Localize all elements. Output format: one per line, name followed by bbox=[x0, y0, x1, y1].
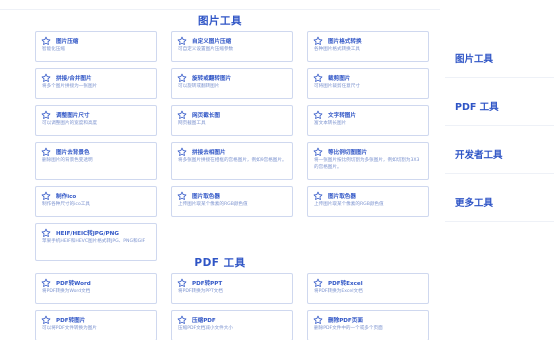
tool-card-delete-pdf-pages[interactable]: 删除PDF页面 删除PDF文件中的一个或多个页面 bbox=[307, 310, 429, 340]
tool-card-desc: 将多张图片拼接在相框的宫格图片，例如9宫格图片。 bbox=[178, 158, 287, 163]
tool-card-desc: 可将图片裁剪任意尺寸 bbox=[314, 84, 360, 89]
tool-card-desc: 将多个图片拼接为一张图片 bbox=[42, 84, 98, 89]
sidebar-item-pdf-tools[interactable]: PDF 工具 bbox=[445, 86, 554, 126]
tool-card-format-convert[interactable]: 图片格式转换 各种图片格式转换工具 bbox=[307, 31, 429, 62]
star-outline-icon bbox=[177, 147, 187, 156]
tool-card-desc: 将PDF转换为PPT文档 bbox=[178, 289, 223, 294]
tool-card-desc: 可以调整图片的宽度和高度 bbox=[42, 121, 98, 126]
tool-card-desc: 删除图片的背景色变透明 bbox=[42, 158, 93, 163]
tool-card-compress-pdf[interactable]: 压缩PDF 压缩PDF文档减小文件大小 bbox=[171, 310, 293, 340]
main-content: 图片工具 图片压缩 智能化压缩 自定义图片压缩 可自定义设置图片压缩参数 图片格… bbox=[0, 0, 440, 340]
tool-card-desc: 将PDF转换为Excel文档 bbox=[314, 289, 363, 294]
sidebar-item-developer-tools[interactable]: 开发者工具 bbox=[445, 134, 554, 174]
tool-card-desc: 上传图片取某个像素的RGB颜色值 bbox=[314, 202, 384, 207]
tool-card-title: 压缩PDF bbox=[192, 317, 216, 324]
tool-card-pdf-to-ppt[interactable]: PDF转PPT 将PDF转换为PPT文档 bbox=[171, 273, 293, 304]
star-outline-icon bbox=[313, 147, 323, 156]
tool-card-title: HEIF/HEIC转JPG/PNG bbox=[56, 230, 119, 237]
tool-card-grid-frame[interactable]: 拼接去相图片 将多张图片拼接在相框的宫格图片，例如9宫格图片。 bbox=[171, 142, 293, 180]
tool-card-color-picker-2[interactable]: 图片取色器 上传图片取某个像素的RGB颜色值 bbox=[307, 186, 429, 217]
pdf-tools-grid: PDF转Word 将PDF转换为Word文档 PDF转PPT 将PDF转换为PP… bbox=[35, 273, 429, 340]
tool-card-desc: 可自定义设置图片压缩参数 bbox=[178, 47, 234, 52]
tool-card-desc: 上传图片取某个像素的RGB颜色值 bbox=[178, 202, 248, 207]
star-outline-icon bbox=[41, 147, 51, 156]
tool-card-desc: 智能化压缩 bbox=[42, 47, 65, 52]
star-outline-icon bbox=[41, 36, 51, 45]
tool-card-title: 文字转图片 bbox=[328, 112, 356, 119]
tool-card-title: 删除PDF页面 bbox=[328, 317, 363, 324]
tool-card-crop[interactable]: 裁剪图片 可将图片裁剪任意尺寸 bbox=[307, 68, 429, 99]
sidebar-item-more-tools[interactable]: 更多工具 bbox=[445, 182, 554, 222]
tool-card-custom-compress[interactable]: 自定义图片压缩 可自定义设置图片压缩参数 bbox=[171, 31, 293, 62]
tool-card-proportional-split[interactable]: 等比例切图图片 将一张图片按比例切割为多张图片，例如切割为3X3的宫格图片。 bbox=[307, 142, 429, 180]
tool-card-title: 拼接去相图片 bbox=[192, 149, 226, 156]
star-outline-icon bbox=[313, 36, 323, 45]
top-divider bbox=[0, 9, 440, 10]
tool-card-title: 图片格式转换 bbox=[328, 38, 362, 45]
tool-card-title: 制作ico bbox=[56, 193, 77, 200]
star-outline-icon bbox=[313, 73, 323, 82]
tool-card-color-picker[interactable]: 图片取色器 上传图片取某个像素的RGB颜色值 bbox=[171, 186, 293, 217]
tool-card-title: PDF转图片 bbox=[56, 317, 86, 324]
star-outline-icon bbox=[41, 110, 51, 119]
tool-card-desc: 将一张图片按比例切割为多张图片，例如切割为3X3的宫格图片。 bbox=[314, 158, 420, 170]
tool-card-rotate-flip[interactable]: 旋转或翻转图片 可以旋转或翻转图片 bbox=[171, 68, 293, 99]
star-outline-icon bbox=[177, 73, 187, 82]
star-outline-icon bbox=[177, 278, 187, 287]
tool-card-title: 图片压缩 bbox=[56, 38, 79, 45]
image-tools-grid: 图片压缩 智能化压缩 自定义图片压缩 可自定义设置图片压缩参数 图片格式转换 各… bbox=[35, 31, 429, 261]
star-outline-icon bbox=[177, 191, 187, 200]
tool-card-desc: 将PDF转换为Word文档 bbox=[42, 289, 91, 294]
star-outline-icon bbox=[313, 278, 323, 287]
tool-card-pdf-to-excel[interactable]: PDF转Excel 将PDF转换为Excel文档 bbox=[307, 273, 429, 304]
star-outline-icon bbox=[313, 110, 323, 119]
tool-card-remove-background[interactable]: 图片去背景色 删除图片的背景色变透明 bbox=[35, 142, 157, 180]
tool-card-title: 旋转或翻转图片 bbox=[192, 75, 232, 82]
tool-card-title: 裁剪图片 bbox=[328, 75, 351, 82]
tool-card-desc: 各种图片格式转换工具 bbox=[314, 47, 360, 52]
tool-card-title: 拼接/合并图片 bbox=[56, 75, 92, 82]
tool-card-desc: 压缩PDF文档减小文件大小 bbox=[178, 326, 233, 331]
section-title-image-tools: 图片工具 bbox=[198, 15, 242, 27]
star-outline-icon bbox=[177, 36, 187, 45]
tool-card-title: 自定义图片压缩 bbox=[192, 38, 232, 45]
tool-card-pdf-to-image[interactable]: PDF转图片 可以将PDF文件转换为图片 bbox=[35, 310, 157, 340]
category-sidebar: 图片工具 PDF 工具 开发者工具 更多工具 bbox=[445, 0, 554, 340]
sidebar-item-image-tools[interactable]: 图片工具 bbox=[445, 38, 554, 78]
tool-card-title: 网页截长图 bbox=[192, 112, 220, 119]
tool-card-desc: 苹果手机HEIF和HEVC图片格式转JPG、PNG和GIF bbox=[42, 239, 146, 244]
tool-card-resize[interactable]: 调整图片尺寸 可以调整图片的宽度和高度 bbox=[35, 105, 157, 136]
tool-card-image-compress[interactable]: 图片压缩 智能化压缩 bbox=[35, 31, 157, 62]
tool-card-title: 等比例切图图片 bbox=[328, 149, 368, 156]
star-outline-icon bbox=[313, 191, 323, 200]
tool-card-title: 调整图片尺寸 bbox=[56, 112, 90, 119]
star-outline-icon bbox=[41, 315, 51, 324]
tool-card-text-to-image[interactable]: 文字转图片 富文本转长图片 bbox=[307, 105, 429, 136]
star-outline-icon bbox=[177, 315, 187, 324]
tool-card-title: PDF转Excel bbox=[328, 280, 363, 287]
star-outline-icon bbox=[177, 110, 187, 119]
tool-card-desc: 制作各种尺寸的ico工具 bbox=[42, 202, 90, 207]
tool-card-title: 图片取色器 bbox=[328, 193, 356, 200]
tool-card-title: PDF转PPT bbox=[192, 280, 223, 287]
tool-card-webpage-screenshot[interactable]: 网页截长图 网页截图工具 bbox=[171, 105, 293, 136]
star-outline-icon bbox=[41, 191, 51, 200]
star-outline-icon bbox=[41, 73, 51, 82]
tool-card-desc: 网页截图工具 bbox=[178, 121, 206, 126]
tool-card-desc: 富文本转长图片 bbox=[314, 121, 347, 126]
tool-card-merge-images[interactable]: 拼接/合并图片 将多个图片拼接为一张图片 bbox=[35, 68, 157, 99]
tool-card-desc: 可以将PDF文件转换为图片 bbox=[42, 326, 97, 331]
tool-card-title: 图片去背景色 bbox=[56, 149, 90, 156]
tool-card-desc: 删除PDF文件中的一个或多个页面 bbox=[314, 326, 383, 331]
star-outline-icon bbox=[313, 315, 323, 324]
tool-card-make-ico[interactable]: 制作ico 制作各种尺寸的ico工具 bbox=[35, 186, 157, 217]
tool-card-pdf-to-word[interactable]: PDF转Word 将PDF转换为Word文档 bbox=[35, 273, 157, 304]
section-title-pdf-tools: PDF 工具 bbox=[194, 257, 246, 269]
tool-card-title: 图片取色器 bbox=[192, 193, 220, 200]
tool-card-title: PDF转Word bbox=[56, 280, 91, 287]
star-outline-icon bbox=[41, 278, 51, 287]
tool-card-desc: 可以旋转或翻转图片 bbox=[178, 84, 220, 89]
star-outline-icon bbox=[41, 228, 51, 237]
